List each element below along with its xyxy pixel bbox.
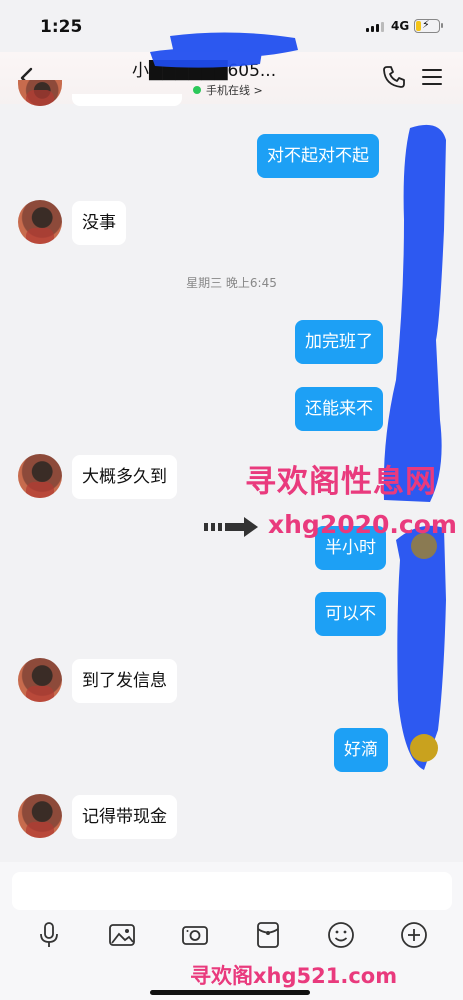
message-bubble-outgoing[interactable]: 加完班了: [295, 320, 383, 364]
contact-avatar[interactable]: [18, 658, 62, 702]
input-area: 寻欢阁xhg521.com: [0, 862, 463, 1000]
contact-avatar[interactable]: [18, 200, 62, 244]
red-packet-icon[interactable]: [253, 920, 283, 950]
camera-icon[interactable]: [180, 920, 210, 950]
message-bubble-outgoing[interactable]: 好滴: [334, 728, 388, 772]
online-status[interactable]: 手机在线 >: [193, 82, 263, 98]
menu-icon[interactable]: [419, 64, 445, 90]
online-dot: [193, 86, 201, 94]
microphone-icon[interactable]: [34, 920, 64, 950]
phone-icon[interactable]: [381, 64, 407, 90]
watermark-footer: 寻欢阁xhg521.com: [190, 964, 398, 988]
signal-icon: [366, 22, 384, 32]
message-bubble-outgoing[interactable]: 对不起对不起: [257, 134, 379, 178]
contact-avatar[interactable]: [18, 454, 62, 498]
message-bubble-outgoing[interactable]: 还能来不: [295, 387, 383, 431]
message-bubble-incoming[interactable]: 记得带现金: [72, 795, 177, 839]
message-bubble-incoming[interactable]: 大概多久到: [72, 455, 177, 499]
home-indicator[interactable]: [150, 990, 310, 995]
network-type: 4G: [391, 19, 410, 33]
message-bubble-partial[interactable]: [72, 94, 182, 106]
online-label: 手机在线 >: [206, 84, 263, 97]
contact-name[interactable]: 小██████605...: [132, 56, 332, 81]
message-bubble-outgoing[interactable]: 可以不: [315, 592, 386, 636]
input-toolbar: [0, 920, 463, 954]
message-bubble-incoming[interactable]: 没事: [72, 201, 126, 245]
status-bar: 1:25 4G ⚡: [0, 0, 463, 52]
watermark-text: 寻欢阁性息网: [245, 464, 437, 500]
contact-avatar[interactable]: [18, 794, 62, 838]
image-icon[interactable]: [107, 920, 137, 950]
battery-cap: [441, 23, 443, 28]
message-input[interactable]: [12, 872, 452, 910]
emoji-icon[interactable]: [326, 920, 356, 950]
battery-icon: ⚡: [414, 18, 440, 33]
status-time: 1:25: [40, 17, 83, 37]
arrow-icon: [204, 517, 258, 537]
watermark-url: xhg2020.com: [268, 510, 457, 539]
plus-icon[interactable]: [399, 920, 429, 950]
message-bubble-incoming[interactable]: 到了发信息: [72, 659, 177, 703]
chat-header: 小██████605... 手机在线 >: [0, 52, 463, 104]
redaction-scribble: [150, 32, 446, 770]
message-timestamp: 星期三 晚上6:45: [186, 276, 277, 290]
